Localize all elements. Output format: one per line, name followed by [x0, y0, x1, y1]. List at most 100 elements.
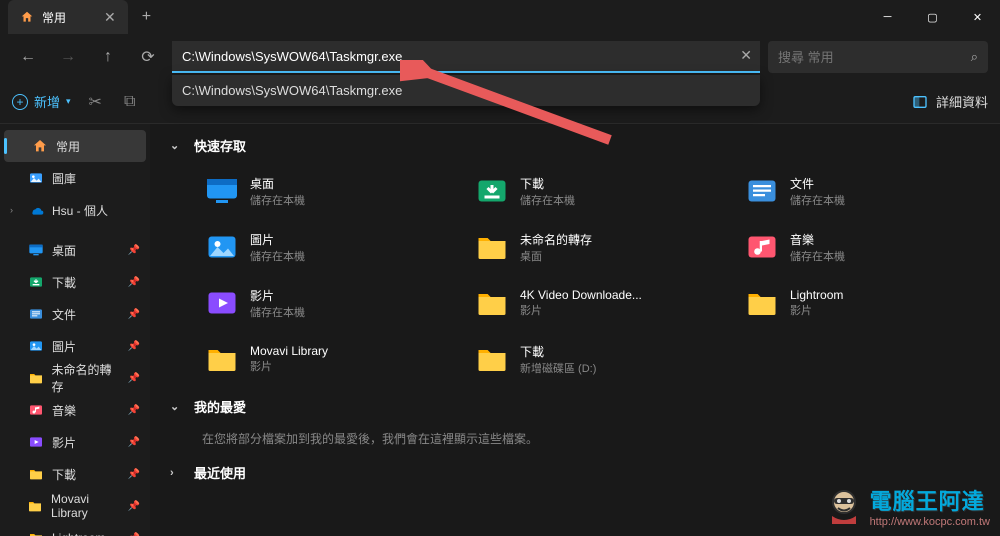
- close-icon[interactable]: ✕: [104, 9, 116, 26]
- sidebar-pinned-item[interactable]: 音樂 📌: [0, 394, 150, 426]
- quick-item[interactable]: 音樂 儲存在本機: [740, 225, 980, 269]
- sidebar-item-label: 桌面: [52, 242, 76, 259]
- quick-item[interactable]: 圖片 儲存在本機: [200, 225, 440, 269]
- item-label: Movavi Library: [250, 344, 328, 358]
- quick-item[interactable]: 4K Video Downloade... 影片: [470, 281, 710, 325]
- chevron-down-icon: ⌄: [170, 139, 182, 152]
- folder-icon: [474, 341, 510, 377]
- item-label: 影片: [250, 287, 305, 304]
- chevron-icon: ›: [10, 205, 18, 215]
- item-sublabel: 影片: [250, 358, 328, 374]
- folder-icon: [744, 285, 780, 321]
- music-icon: [744, 229, 780, 265]
- sidebar-pinned-item[interactable]: 影片 📌: [0, 426, 150, 458]
- pin-icon: 📌: [128, 469, 140, 480]
- sidebar-item-onedrive[interactable]: › Hsu - 個人: [0, 194, 150, 226]
- sidebar-item-gallery[interactable]: 圖庫: [0, 162, 150, 194]
- quick-item[interactable]: Lightroom 影片: [740, 281, 980, 325]
- sidebar-pinned-item[interactable]: 下載 📌: [0, 458, 150, 490]
- clear-address-icon[interactable]: ✕: [740, 47, 752, 64]
- chevron-right-icon: ›: [170, 467, 182, 479]
- forward-button[interactable]: →: [52, 41, 84, 73]
- quick-item[interactable]: 影片 儲存在本機: [200, 281, 440, 325]
- tab-label: 常用: [42, 9, 66, 26]
- sidebar-item-home[interactable]: 常用: [4, 130, 146, 162]
- sidebar-item-label: Lightroom: [52, 531, 105, 536]
- new-button[interactable]: + 新增 ▾: [12, 92, 71, 111]
- sidebar-item-label: 下載: [52, 274, 76, 291]
- item-label: Lightroom: [790, 288, 843, 302]
- sidebar-item-label: Movavi Library: [51, 492, 120, 520]
- cut-icon[interactable]: ✂: [85, 88, 106, 116]
- refresh-button[interactable]: ⟳: [132, 41, 164, 73]
- minimize-button[interactable]: ─: [865, 0, 910, 34]
- pin-icon: 📌: [128, 437, 140, 448]
- desktop-icon: [204, 173, 240, 209]
- item-sublabel: 儲存在本機: [250, 192, 305, 208]
- sidebar-pinned-item[interactable]: 未命名的轉存 📌: [0, 362, 150, 394]
- pics-icon: [204, 229, 240, 265]
- close-window-button[interactable]: ✕: [955, 0, 1000, 34]
- sidebar-pinned-item[interactable]: Movavi Library 📌: [0, 490, 150, 522]
- quick-item[interactable]: Movavi Library 影片: [200, 337, 440, 381]
- sidebar-pinned-item[interactable]: 文件 📌: [0, 298, 150, 330]
- download-icon: [474, 173, 510, 209]
- home-icon: [20, 10, 34, 24]
- item-sublabel: 儲存在本機: [790, 248, 845, 264]
- quick-item[interactable]: 下載 新增磁碟區 (D:): [470, 337, 710, 381]
- search-icon: ⌕: [971, 49, 978, 65]
- search-input[interactable]: [768, 41, 988, 73]
- chevron-down-icon: ⌄: [170, 400, 182, 413]
- sidebar-item-label: 圖庫: [52, 170, 76, 187]
- pin-icon: 📌: [128, 405, 140, 416]
- item-label: 下載: [520, 175, 575, 192]
- address-input[interactable]: [172, 41, 760, 73]
- section-favorites[interactable]: ⌄ 我的最愛: [170, 397, 980, 416]
- plus-icon: +: [12, 94, 28, 110]
- sidebar-item-label: 未命名的轉存: [52, 361, 120, 395]
- sidebar-pinned-item[interactable]: 圖片 📌: [0, 330, 150, 362]
- quick-item[interactable]: 文件 儲存在本機: [740, 169, 980, 213]
- sidebar-pinned-item[interactable]: 桌面 📌: [0, 234, 150, 266]
- pin-icon: 📌: [128, 533, 140, 536]
- new-tab-button[interactable]: +: [142, 8, 151, 26]
- section-label: 最近使用: [194, 463, 246, 482]
- pin-icon: 📌: [128, 501, 140, 512]
- section-label: 我的最愛: [194, 397, 246, 416]
- quick-item[interactable]: 桌面 儲存在本機: [200, 169, 440, 213]
- item-sublabel: 儲存在本機: [250, 248, 305, 264]
- chevron-down-icon: ▾: [66, 96, 71, 107]
- quick-item[interactable]: 下載 儲存在本機: [470, 169, 710, 213]
- details-button[interactable]: 詳細資料: [912, 92, 988, 111]
- tab-home[interactable]: 常用 ✕: [8, 0, 128, 34]
- new-label: 新增: [34, 92, 60, 111]
- pin-icon: 📌: [128, 373, 140, 384]
- video-icon: [204, 285, 240, 321]
- back-button[interactable]: ←: [12, 41, 44, 73]
- section-quick-access[interactable]: ⌄ 快速存取: [170, 136, 980, 155]
- item-label: 圖片: [250, 231, 305, 248]
- item-label: 文件: [790, 175, 845, 192]
- address-bar-wrap: ✕ C:\Windows\SysWOW64\Taskmgr.exe: [172, 41, 760, 73]
- item-sublabel: 桌面: [520, 248, 592, 264]
- folder-icon: [474, 285, 510, 321]
- sidebar-pinned-item[interactable]: Lightroom 📌: [0, 522, 150, 536]
- copy-icon[interactable]: ⧉: [120, 89, 139, 115]
- pin-icon: 📌: [128, 309, 140, 320]
- sidebar-item-label: 影片: [52, 434, 76, 451]
- item-label: 音樂: [790, 231, 845, 248]
- sidebar-pinned-item[interactable]: 下載 📌: [0, 266, 150, 298]
- maximize-button[interactable]: ▢: [910, 0, 955, 34]
- address-suggestion[interactable]: C:\Windows\SysWOW64\Taskmgr.exe: [172, 75, 760, 106]
- sidebar-item-label: 下載: [52, 466, 76, 483]
- item-sublabel: 影片: [790, 302, 843, 318]
- item-sublabel: 儲存在本機: [250, 304, 305, 320]
- pin-icon: 📌: [128, 277, 140, 288]
- quick-item[interactable]: 未命名的轉存 桌面: [470, 225, 710, 269]
- item-label: 未命名的轉存: [520, 231, 592, 248]
- item-label: 下載: [520, 343, 596, 360]
- details-icon: [912, 94, 928, 110]
- section-recent[interactable]: › 最近使用: [170, 463, 980, 482]
- item-sublabel: 影片: [520, 302, 642, 318]
- up-button[interactable]: ↑: [92, 41, 124, 73]
